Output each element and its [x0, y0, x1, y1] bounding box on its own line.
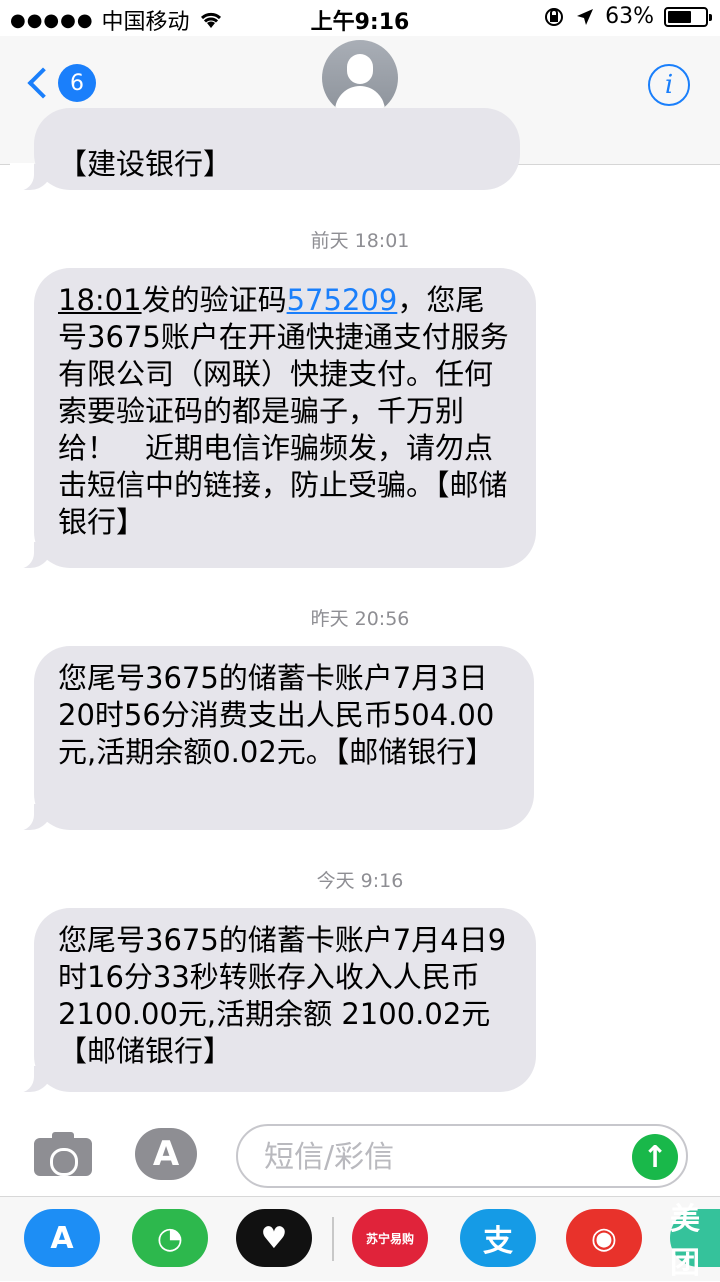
unread-badge: 6 — [58, 64, 96, 102]
info-button[interactable]: i — [648, 64, 690, 106]
verification-code-link[interactable]: 575209 — [287, 283, 398, 317]
compose-bar: A ↑ — [0, 1106, 720, 1196]
message-text: ，您尾号3675账户在开通快捷通支付服务有限公司（网联）快捷支付。任何索要验证码… — [58, 283, 509, 539]
message-text: 您尾号3675的储蓄卡账户7月4日9时16分33秒转账存入收入人民币2100.0… — [58, 923, 507, 1068]
avatar-head — [347, 54, 373, 84]
drawer-divider — [332, 1217, 334, 1261]
app-store-icon[interactable]: A — [24, 1209, 100, 1267]
timestamp: 前天 18:01 — [310, 230, 410, 252]
timestamp: 昨天 20:56 — [310, 608, 410, 630]
message-bubble: 您尾号3675的储蓄卡账户7月3日20时56分消费支出人民币504.00元,活期… — [10, 646, 534, 831]
status-bar: ●●●●● 中国移动 上午9:16 63% — [0, 0, 720, 36]
battery-percent: 63% — [605, 4, 654, 29]
camera-button[interactable] — [34, 1130, 92, 1176]
chevron-left-icon — [27, 67, 59, 99]
message-time-text[interactable]: 18:01 — [58, 283, 142, 317]
message-bubble: 您尾号3675的储蓄卡账户7月4日9时16分33秒转账存入收入人民币2100.0… — [10, 908, 536, 1093]
message-bubble-partial: 【建设银行】 — [10, 108, 520, 191]
back-button[interactable]: 6 — [22, 64, 96, 102]
message-text: 您尾号3675的储蓄卡账户7月3日20时56分消费支出人民币504.00元,活期… — [58, 661, 495, 769]
app-store-icon[interactable]: A — [135, 1128, 197, 1180]
partial-text: 【建设银行】 — [58, 147, 233, 181]
timestamp: 今天 9:16 — [316, 870, 404, 892]
location-icon — [577, 8, 594, 25]
contact-avatar[interactable] — [322, 40, 398, 116]
message-bubble: 18:01发的验证码575209，您尾号3675账户在开通快捷通支付服务有限公司… — [10, 268, 536, 569]
message-input[interactable] — [262, 1136, 626, 1178]
message-text: 发的验证码 — [141, 283, 287, 317]
red-app-icon[interactable]: ◉ — [566, 1209, 642, 1267]
app-drawer: A ◔ ♥ 苏宁易购支 ◉ 美团 — [0, 1196, 720, 1281]
send-button[interactable]: ↑ — [632, 1134, 678, 1180]
alipay-app-icon[interactable]: 支 — [460, 1209, 536, 1267]
heart-app-icon[interactable]: ♥ — [236, 1209, 312, 1267]
rotation-lock-icon — [545, 7, 564, 26]
clock-app-icon[interactable]: ◔ — [132, 1209, 208, 1267]
message-input-field[interactable]: ↑ — [236, 1124, 688, 1188]
meituan-app-icon[interactable]: 美团 — [670, 1202, 720, 1281]
camera-lens — [50, 1148, 78, 1176]
battery-icon — [664, 6, 712, 27]
status-right: 63% — [543, 4, 712, 29]
suning-app-icon[interactable]: 苏宁易购 — [352, 1209, 428, 1267]
